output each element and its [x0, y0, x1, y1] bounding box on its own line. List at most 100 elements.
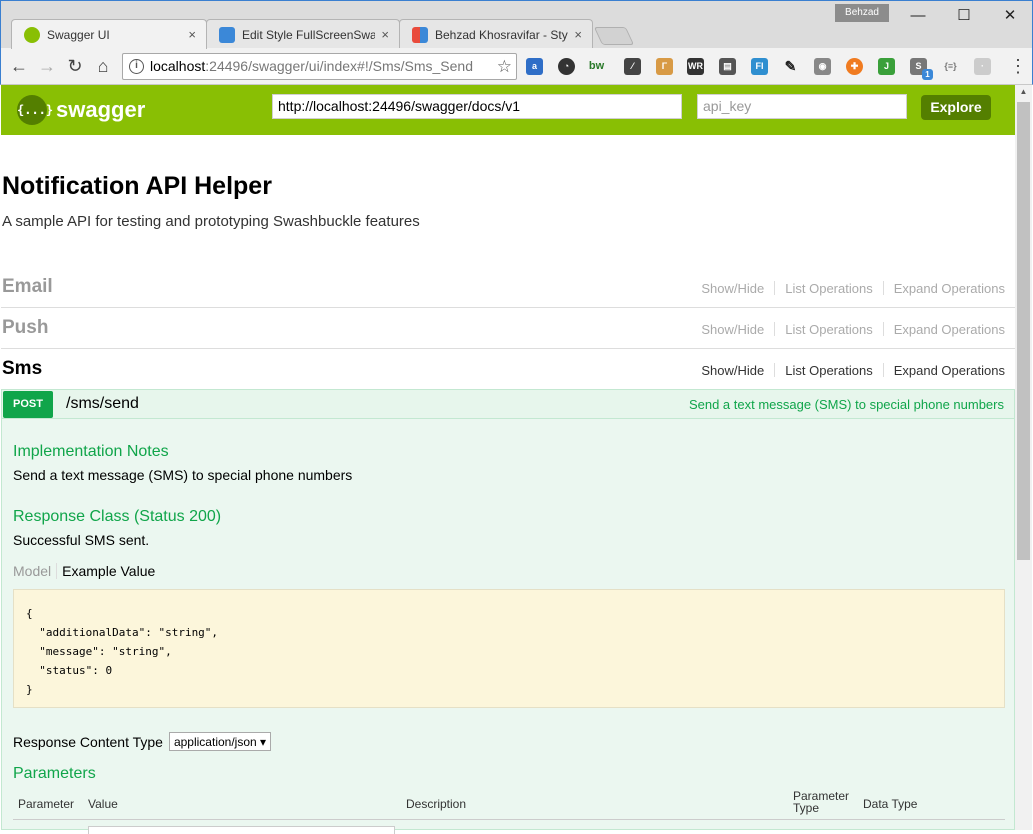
http-method-badge[interactable]: POST	[3, 391, 53, 418]
api-key-input[interactable]: api_key	[697, 94, 907, 119]
divider	[882, 322, 884, 336]
expand-operations-link[interactable]: Expand Operations	[894, 363, 1005, 378]
parameters-heading: Parameters	[13, 765, 96, 782]
swagger-brand[interactable]: swagger	[56, 97, 145, 123]
maximize-button[interactable]: ☐	[941, 3, 987, 29]
parameter-value-textarea[interactable]	[88, 826, 395, 834]
column-parameter-type: Parameter Type	[793, 789, 850, 815]
close-tab-icon[interactable]: ×	[574, 27, 582, 42]
extension-icon[interactable]: a	[526, 58, 543, 75]
speed-gauge-extension-icon[interactable]: ◔	[558, 58, 575, 75]
close-tab-icon[interactable]: ×	[188, 27, 196, 42]
api-description: A sample API for testing and prototyping…	[2, 213, 420, 230]
explore-button[interactable]: Explore	[921, 95, 991, 120]
model-tabs: Model Example Value	[13, 563, 155, 579]
home-button[interactable]: ⌂	[91, 54, 115, 78]
lifering-extension-icon[interactable]: ✚	[846, 58, 863, 75]
scrollbar-thumb[interactable]	[1017, 102, 1030, 560]
operation-heading[interactable]: POST /sms/send Send a text message (SMS)…	[2, 390, 1014, 419]
tab-edit-style[interactable]: Edit Style FullScreenSwag ×	[206, 19, 400, 49]
list-operations-link[interactable]: List Operations	[785, 281, 872, 296]
expand-operations-link[interactable]: Expand Operations	[894, 281, 1005, 296]
column-value: Value	[88, 797, 118, 811]
content-type-select[interactable]: application/json ▾	[168, 732, 272, 751]
resource-name[interactable]: Sms	[2, 358, 42, 380]
show-hide-link[interactable]: Show/Hide	[701, 281, 764, 296]
site-info-icon[interactable]: i	[129, 59, 144, 74]
page-scrollbar[interactable]: ▲	[1015, 85, 1032, 830]
divider	[774, 322, 776, 336]
tab-label: Swagger UI	[47, 27, 110, 42]
operation-path[interactable]: /sms/send	[66, 395, 139, 413]
layout-extension-icon[interactable]: ▤	[719, 58, 736, 75]
stylish-favicon-icon	[219, 26, 235, 43]
list-operations-link[interactable]: List Operations	[785, 322, 872, 337]
extension-badge: 1	[922, 69, 933, 80]
scroll-up-arrow-icon[interactable]: ▲	[1015, 87, 1032, 99]
implementation-notes-text: Send a text message (SMS) to special pho…	[13, 467, 353, 483]
stylish-favicon-icon	[412, 26, 428, 43]
resource-operations: Show/Hide List Operations Expand Operati…	[701, 322, 1005, 337]
operation-post-sms-send: POST /sms/send Send a text message (SMS)…	[1, 389, 1015, 834]
back-button[interactable]: ←	[7, 54, 31, 78]
address-bar[interactable]: i localhost:24496/swagger/ui/index#!/Sms…	[122, 53, 517, 80]
divider	[774, 363, 776, 377]
spec-url-input[interactable]: http://localhost:24496/swagger/docs/v1	[272, 94, 682, 119]
divider	[882, 281, 884, 295]
implementation-notes-heading: Implementation Notes	[13, 443, 169, 460]
braces-extension-icon[interactable]: {≡}	[942, 58, 959, 75]
column-description: Description	[406, 797, 467, 811]
tab-swagger-ui[interactable]: Swagger UI ×	[11, 19, 207, 49]
expand-operations-link[interactable]: Expand Operations	[894, 322, 1005, 337]
grey-extension-icon[interactable]: ·	[974, 58, 991, 75]
tab-behzad-styles[interactable]: Behzad Khosravifar - Styl ×	[399, 19, 593, 49]
swagger-favicon-icon	[24, 26, 40, 43]
show-hide-link[interactable]: Show/Hide	[701, 363, 764, 378]
resource-operations: Show/Hide List Operations Expand Operati…	[701, 281, 1005, 296]
resource-name[interactable]: Email	[2, 276, 53, 298]
close-tab-icon[interactable]: ×	[381, 27, 389, 42]
parameters-table-header: Parameter Value Description Parameter Ty…	[13, 790, 1005, 820]
tab-example-value[interactable]: Example Value	[57, 563, 155, 579]
resource-push: Push Show/Hide List Operations Expand Op…	[1, 308, 1015, 349]
browser-titlebar: Swagger UI × Edit Style FullScreenSwag ×…	[0, 0, 1033, 49]
resource-email: Email Show/Hide List Operations Expand O…	[1, 267, 1015, 308]
bw-extension-icon[interactable]: bw	[588, 58, 605, 75]
browser-menu-icon[interactable]: ⋮	[1009, 54, 1027, 78]
eyedropper-extension-icon[interactable]: ⁄	[624, 58, 641, 75]
swagger-header: {...} swagger http://localhost:24496/swa…	[1, 85, 1015, 135]
response-class-heading: Response Class (Status 200)	[13, 508, 222, 525]
ruler-extension-icon[interactable]: Γ	[656, 58, 673, 75]
divider	[774, 281, 776, 295]
content-type-label: Response Content Type	[13, 733, 163, 750]
tab-label: Edit Style FullScreenSwag	[242, 27, 376, 42]
swagger-logo-icon: {...}	[17, 95, 53, 125]
camera-extension-icon[interactable]: ◉	[814, 58, 831, 75]
resource-name[interactable]: Push	[2, 317, 48, 339]
tab-model[interactable]: Model	[13, 563, 58, 579]
profile-button[interactable]: Behzad	[835, 4, 889, 22]
resource-operations: Show/Hide List Operations Expand Operati…	[701, 363, 1005, 378]
list-operations-link[interactable]: List Operations	[785, 363, 872, 378]
divider	[882, 363, 884, 377]
wr-extension-icon[interactable]: WR	[687, 58, 704, 75]
show-hide-link[interactable]: Show/Hide	[701, 322, 764, 337]
column-parameter: Parameter	[18, 797, 75, 811]
json-extension-icon[interactable]: J	[878, 58, 895, 75]
bookmark-star-icon[interactable]: ☆	[497, 54, 512, 79]
column-data-type: Data Type	[863, 797, 918, 811]
example-value-json[interactable]: { "additionalData": "string", "message":…	[13, 589, 1005, 708]
new-tab-button[interactable]	[593, 27, 635, 45]
reload-button[interactable]: ↻	[63, 54, 87, 78]
minimize-button[interactable]: —	[895, 3, 941, 29]
fi-extension-icon[interactable]: FI	[751, 58, 768, 75]
api-title: Notification API Helper	[2, 172, 272, 200]
url-path: :24496/swagger/ui/index#!/Sms/Sms_Send	[205, 58, 473, 74]
url-host: localhost	[150, 58, 206, 74]
close-window-button[interactable]: ✕	[987, 3, 1033, 29]
response-class-text: Successful SMS sent.	[13, 532, 150, 548]
operation-summary[interactable]: Send a text message (SMS) to special pho…	[689, 397, 1004, 412]
pen-extension-icon[interactable]: ✎	[782, 58, 799, 75]
forward-button[interactable]: →	[35, 54, 59, 78]
resource-sms: Sms Show/Hide List Operations Expand Ope…	[1, 349, 1015, 390]
